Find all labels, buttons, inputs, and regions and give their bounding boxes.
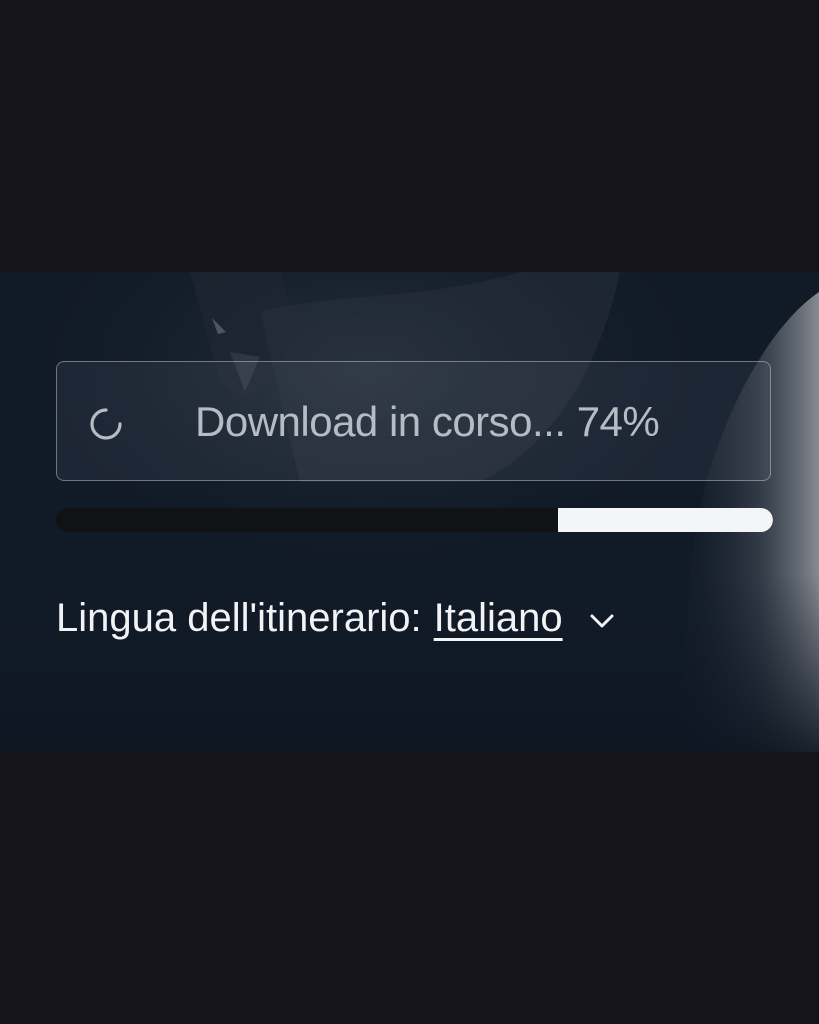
progress-bar-fill	[557, 508, 773, 532]
download-status-box: Download in corso... 74%	[56, 361, 771, 481]
screen: Download in corso... 74% Lingua dell'iti…	[0, 0, 819, 1024]
language-selector[interactable]: Lingua dell'itinerario: Italiano	[56, 590, 615, 646]
download-panel: Download in corso... 74% Lingua dell'iti…	[0, 272, 819, 752]
download-progress-bar	[56, 508, 773, 532]
chevron-down-icon[interactable]	[589, 612, 615, 630]
download-status-text: Download in corso... 74%	[195, 398, 660, 445]
spinner-icon	[90, 408, 122, 440]
language-value-link[interactable]: Italiano	[434, 590, 563, 646]
language-label: Lingua dell'itinerario:	[56, 596, 422, 640]
